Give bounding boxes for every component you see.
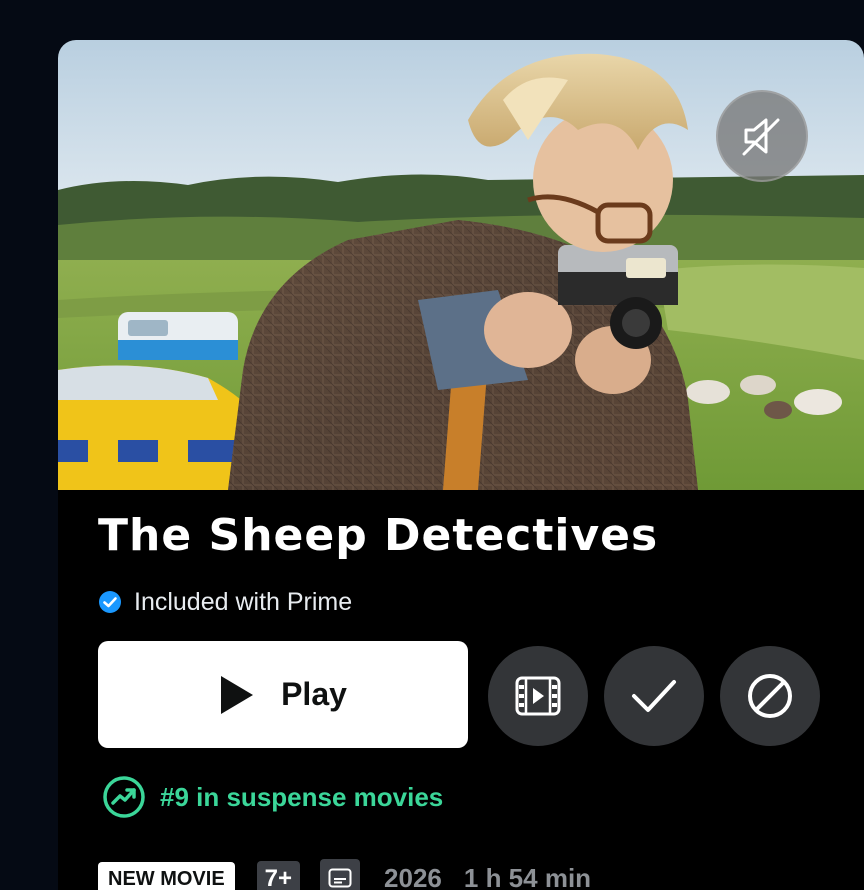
page: The Sheep Detectives Included with Prime… [0, 0, 864, 890]
play-icon [221, 675, 254, 714]
age-rating-badge: 7+ [256, 861, 301, 890]
prohibited-icon [748, 674, 792, 718]
title-detail-card: The Sheep Detectives Included with Prime… [58, 40, 864, 890]
play-button-label: Play [281, 676, 347, 712]
availability-row: Included with Prime [98, 585, 352, 619]
subtitles-icon [320, 859, 361, 890]
hide-button[interactable] [720, 646, 820, 746]
trailer-button[interactable] [488, 646, 588, 746]
metadata-row: NEW MOVIE 7+ 2026 1 h 54 min [98, 858, 613, 890]
muted-speaker-icon [742, 118, 780, 156]
runtime: 1 h 54 min [463, 862, 592, 890]
ranking-row: #9 in suspense movies [102, 774, 443, 820]
trailer-icon [515, 676, 561, 716]
play-button[interactable]: Play [98, 641, 468, 748]
checkmark-icon [632, 680, 676, 712]
watchlist-button[interactable] [604, 646, 704, 746]
ranking-label: #9 in suspense movies [160, 781, 444, 812]
mute-button[interactable] [716, 90, 808, 182]
page-title: The Sheep Detectives [98, 510, 659, 561]
availability-label: Included with Prime [134, 587, 353, 616]
checkmark-badge-icon [99, 591, 121, 613]
hero-video-still[interactable] [58, 40, 864, 490]
trending-up-icon [103, 776, 145, 818]
release-year: 2026 [384, 862, 442, 890]
new-movie-badge: NEW MOVIE [98, 861, 235, 890]
